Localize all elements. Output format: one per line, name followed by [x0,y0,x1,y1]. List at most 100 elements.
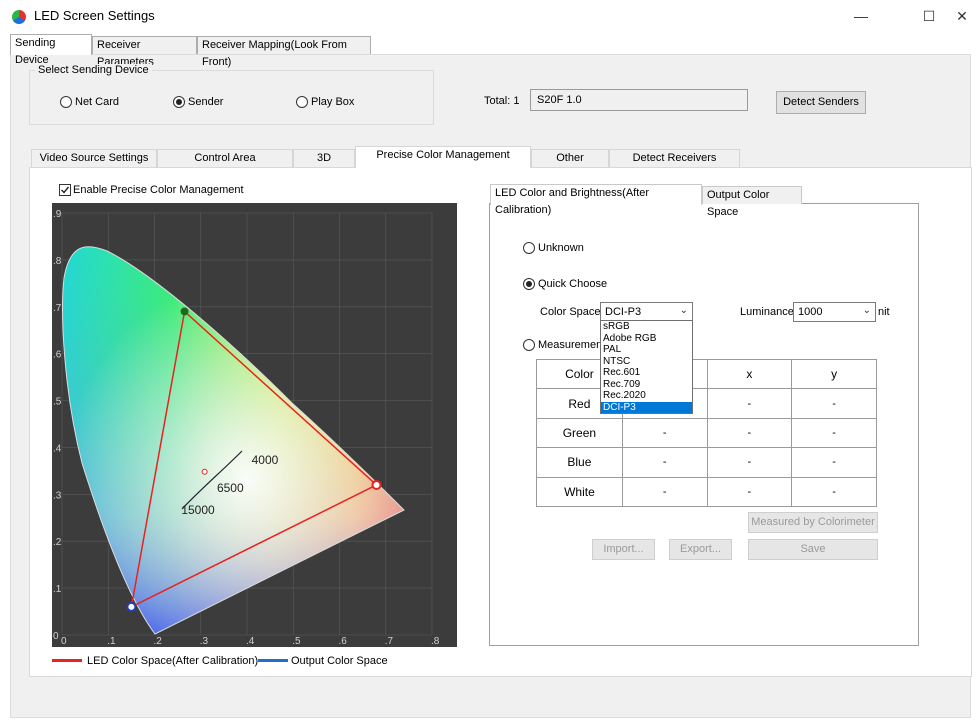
play-box-radio[interactable] [296,96,308,108]
luminance-unit: nit [878,306,890,318]
table-cell[interactable]: - [706,476,793,508]
enable-precise-color-checkbox[interactable] [59,184,71,196]
tab-receiver-mapping[interactable]: Receiver Mapping(Look From Front) [197,36,371,68]
row-label-green: Green [536,417,623,449]
color-space-option[interactable]: Rec.709 [601,379,692,391]
legend-output-label: Output Color Space [291,655,388,667]
color-space-option-selected[interactable]: DCI-P3 [601,401,692,413]
white-point-marker [201,468,208,475]
x-tick-label: .6 [339,636,348,647]
table-cell[interactable]: - [706,388,793,419]
table-cell[interactable]: - [706,447,793,478]
measurement-label: Measurement [538,339,606,351]
color-space-option[interactable]: Rec.601 [601,367,692,379]
tab-output-color-space[interactable]: Output Color Space [702,186,802,218]
table-header-row: Color x y [536,358,877,390]
window-title: LED Screen Settings [34,8,155,23]
play-box-label: Play Box [311,96,355,108]
close-button[interactable]: ✕ [945,0,979,32]
tab-led-color-brightness[interactable]: LED Color and Brightness(After Calibrati… [490,184,702,216]
tab-sending-device[interactable]: Sending Device [10,34,92,66]
y-tick-label: .8 [53,256,62,267]
gamut-fill [62,246,404,634]
table-cell[interactable]: - [621,417,708,449]
triangle-vertex-marker [126,601,137,612]
legend-output-swatch [258,659,288,662]
tab-video-source-settings[interactable]: Video Source Settings [31,149,157,167]
x-tick-label: .2 [154,636,163,647]
color-space-select[interactable]: DCI-P3 ⌄ [600,302,693,322]
table-cell[interactable]: - [791,447,877,478]
table-cell[interactable]: - [706,417,793,449]
import-button[interactable]: Import... [592,539,655,560]
tab-receiver-parameters[interactable]: Receiver Parameters [92,36,197,68]
y-tick-label: .3 [53,490,62,501]
save-button[interactable]: Save [748,539,878,560]
table-header-x: x [706,358,793,390]
unknown-radio[interactable] [523,242,535,254]
cct-label-15000: 15000 [181,503,215,517]
y-tick-label: .6 [53,350,62,361]
color-space-dropdown-list: sRGB Adobe RGB PAL NTSC Rec.601 Rec.709 … [600,320,693,414]
table-cell[interactable]: - [791,388,877,419]
tab-detect-receivers[interactable]: Detect Receivers [609,149,740,167]
check-icon [61,186,70,194]
luminance-value: 1000 [798,306,823,318]
net-card-radio[interactable] [60,96,72,108]
measured-by-colorimeter-button[interactable]: Measured by Colorimeter [748,512,878,533]
x-tick-label: .7 [385,636,394,647]
legend-led-swatch [52,659,82,662]
sender-label: Sender [188,96,224,108]
y-tick-label: .1 [53,584,62,595]
row-label-white: White [536,476,623,508]
net-card-label: Net Card [75,96,120,108]
measurement-table: Color x y Red - - - Green - - - Blue - -… [536,358,877,508]
chevron-down-icon: ⌄ [862,305,871,316]
triangle-vertex-marker [180,307,189,316]
cct-label-6500: 6500 [217,481,244,495]
luminance-label: Luminance [740,306,794,318]
tab-3d[interactable]: 3D [293,149,355,167]
minimize-button[interactable]: — [838,0,884,32]
chevron-down-icon: ⌄ [679,305,688,316]
table-row: Red - - - [536,388,877,419]
measurement-radio[interactable] [523,339,535,351]
y-tick-label: 0 [53,631,59,642]
table-cell[interactable]: - [621,447,708,478]
y-tick-label: .2 [53,537,62,548]
x-tick-label: .5 [292,636,301,647]
y-tick-label: .4 [53,443,62,454]
color-space-option[interactable]: Rec.2020 [601,390,692,402]
y-tick-label: .5 [53,397,62,408]
color-space-option[interactable]: PAL [601,344,692,356]
detect-senders-button[interactable]: Detect Senders [776,91,866,114]
app-logo-icon [12,10,26,24]
color-space-option[interactable]: Adobe RGB [601,333,692,345]
y-tick-label: .7 [53,303,62,314]
x-tick-label: .3 [200,636,209,647]
color-space-option[interactable]: sRGB [601,321,692,333]
color-space-option[interactable]: NTSC [601,356,692,368]
x-tick-label: .4 [246,636,255,647]
unknown-label: Unknown [538,242,584,254]
sender-radio[interactable] [173,96,185,108]
table-row: Blue - - - [536,447,877,478]
sender-display-field: S20F 1.0 [530,89,748,111]
luminance-select[interactable]: 1000 ⌄ [793,302,876,322]
table-cell[interactable]: - [791,476,877,508]
tab-control-area[interactable]: Control Area [157,149,293,167]
table-row: Green - - - [536,417,877,449]
export-button[interactable]: Export... [669,539,732,560]
table-cell[interactable]: - [621,476,708,508]
table-cell[interactable]: - [791,417,877,449]
total-label: Total: 1 [484,95,520,107]
enable-precise-color-label: Enable Precise Color Management [73,184,244,196]
quick-choose-radio[interactable] [523,278,535,290]
table-header-y: y [791,358,877,390]
cie-chart-svg: 0 .1 .2 .3 .4 .5 .6 .7 .8 .9 .8 .7 .6 .5 .4 .3 .2 .1 0 400… [53,209,440,647]
cie-chromaticity-chart: 0 .1 .2 .3 .4 .5 .6 .7 .8 .9 .8 .7 .6 .5 .4 .3 .2 .1 0 400… [52,203,457,647]
tab-other[interactable]: Other [531,149,609,167]
y-tick-label: .9 [53,209,62,220]
tab-precise-color-management[interactable]: Precise Color Management [355,146,531,168]
x-tick-label: .1 [107,636,116,647]
